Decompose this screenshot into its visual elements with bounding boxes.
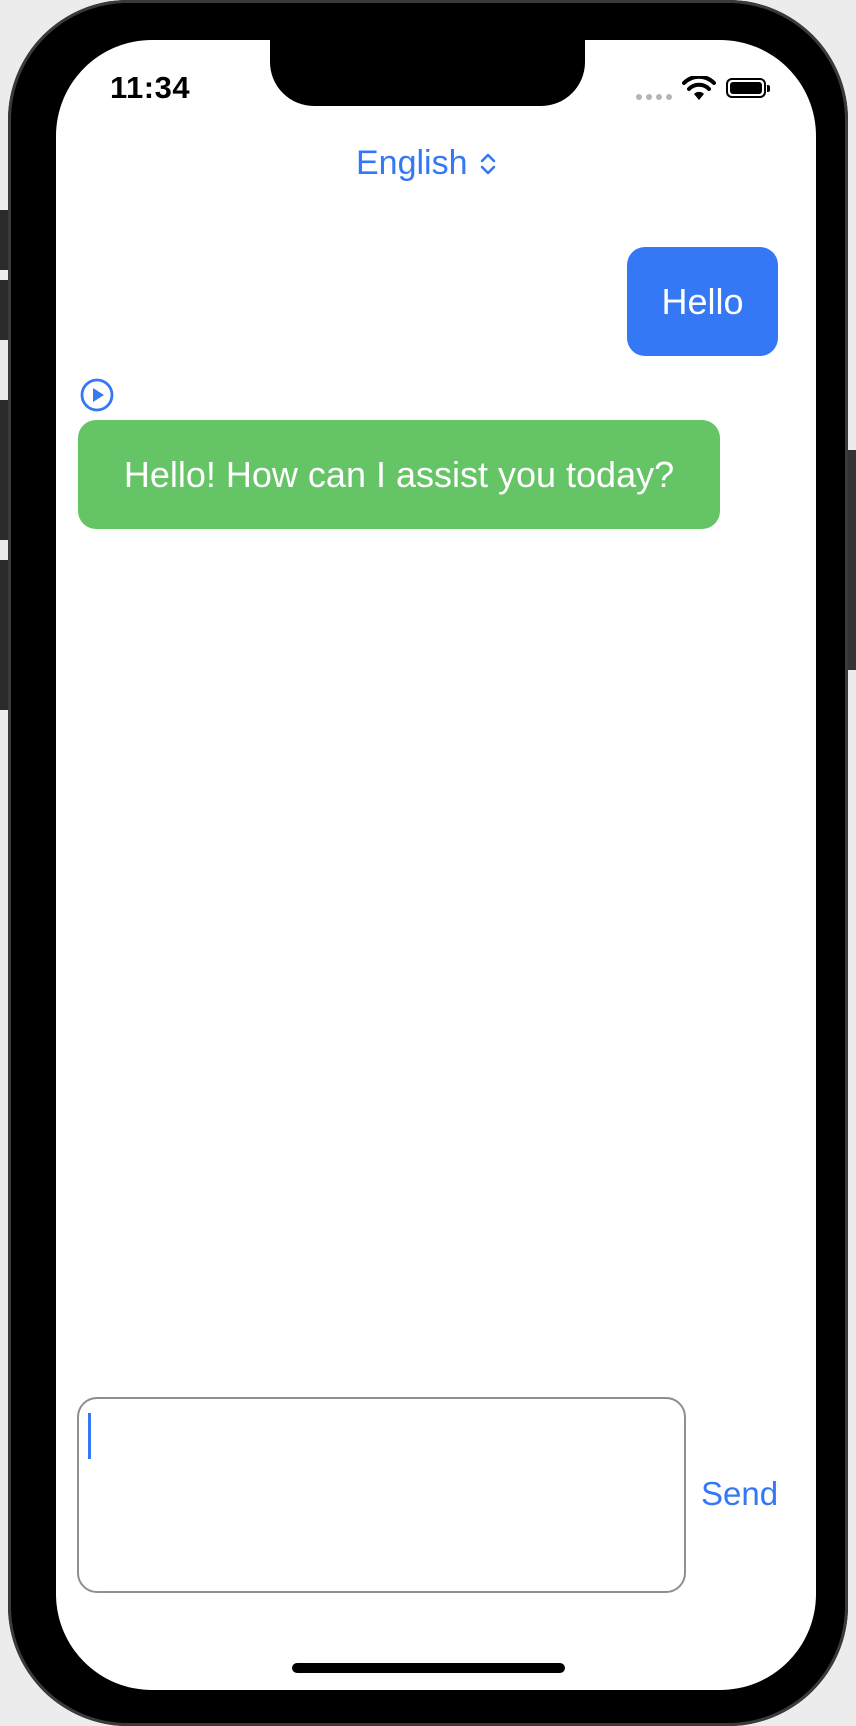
notch	[270, 40, 585, 106]
chevron-up-down-icon	[480, 153, 495, 174]
home-indicator[interactable]	[292, 1663, 565, 1673]
send-button[interactable]: Send	[701, 1475, 778, 1513]
language-label: English	[356, 144, 468, 182]
text-cursor	[88, 1413, 91, 1459]
background-strip	[848, 450, 856, 670]
language-picker[interactable]: English	[356, 144, 498, 183]
status-time: 11:34	[110, 70, 191, 105]
status-icons	[636, 74, 776, 104]
play-circle-icon[interactable]	[79, 377, 115, 413]
wifi-icon	[682, 76, 716, 100]
message-input[interactable]	[77, 1397, 686, 1593]
battery-icon	[726, 78, 770, 98]
cellular-dots-icon	[636, 94, 672, 100]
assistant-message-bubble: Hello! How can I assist you today?	[78, 420, 720, 529]
user-message-bubble: Hello	[627, 247, 778, 356]
